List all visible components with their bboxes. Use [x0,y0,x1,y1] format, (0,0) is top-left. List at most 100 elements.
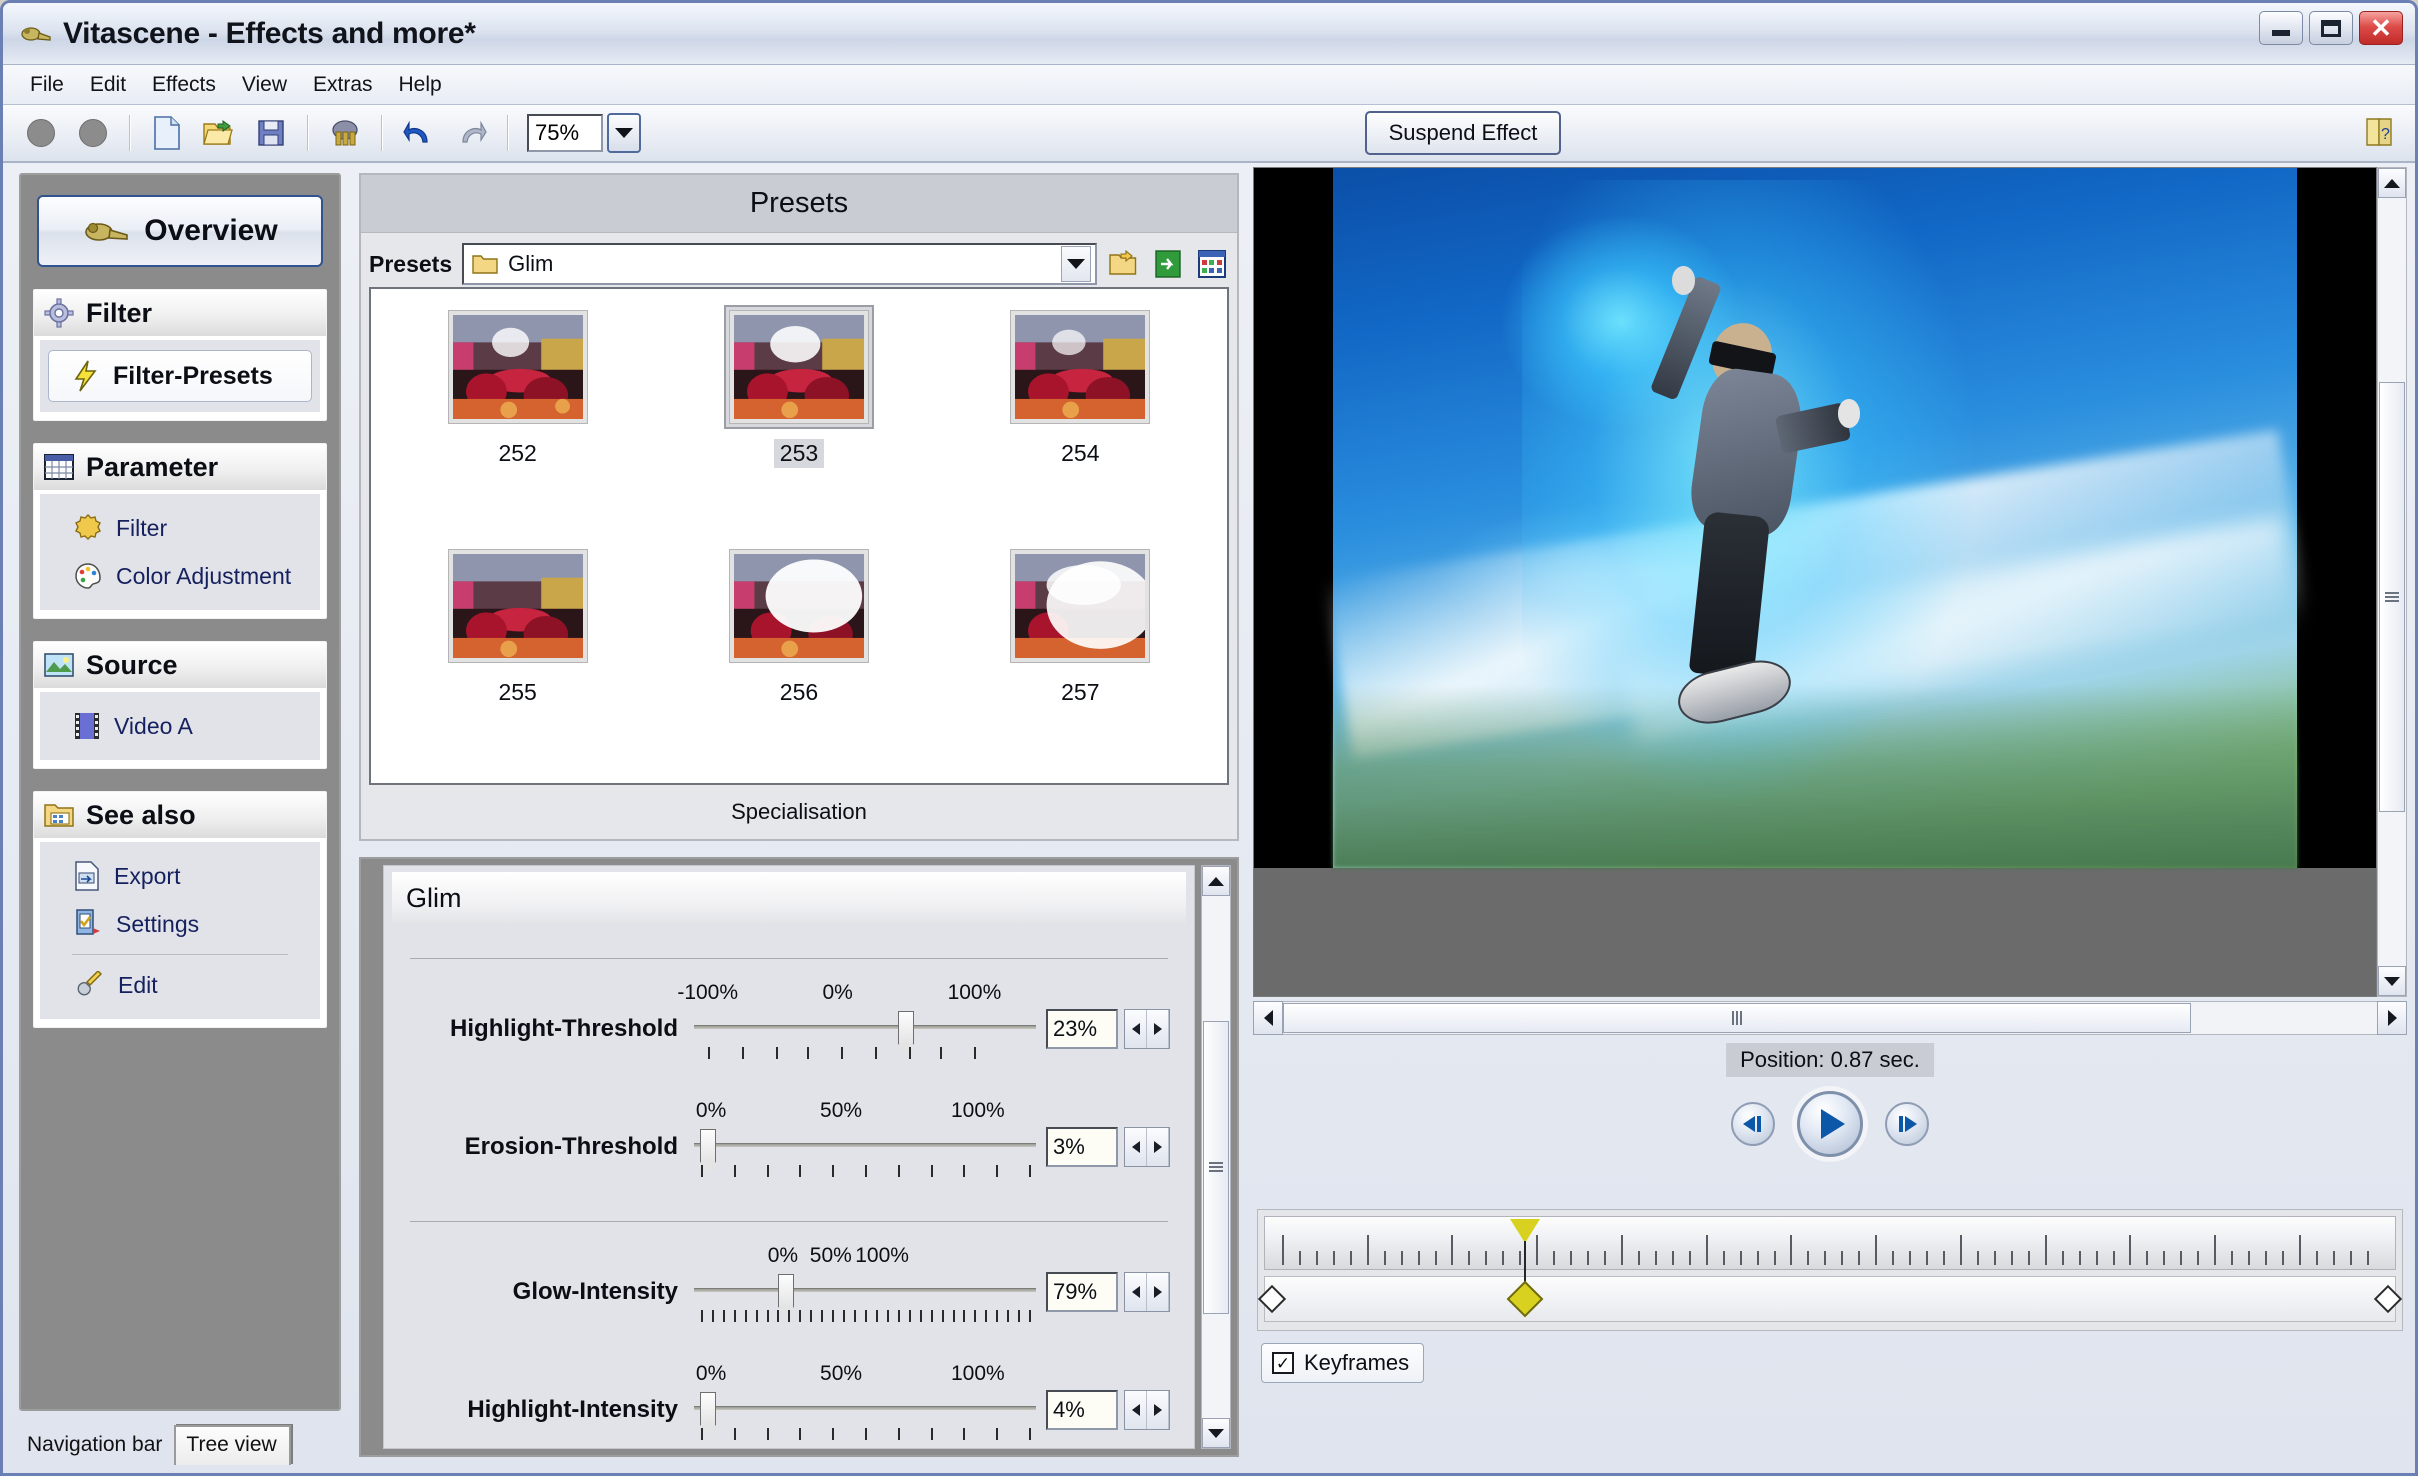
keyframes-checkbox[interactable]: ✓ Keyframes [1261,1343,1425,1383]
preset-item[interactable]: 257 [940,536,1221,775]
slider-increment-button[interactable] [1147,1273,1169,1311]
preview-hscroll-thumb[interactable] [1283,1003,2192,1033]
slider-increment-button[interactable] [1147,1128,1169,1166]
presets-combobox[interactable]: Glim [462,243,1097,285]
preset-item[interactable]: 253 [658,297,939,536]
sidebar-item-settings[interactable]: Settings [48,900,312,948]
toolbar-separator-3 [381,115,383,151]
preview-scroll-left-button[interactable] [1253,1001,1283,1035]
preset-label: 254 [1061,440,1100,466]
sidebar-item-filter-presets[interactable]: Filter-Presets [48,350,312,402]
help-book-icon[interactable]: ? [2363,115,2397,149]
slider-spinner [1124,1390,1170,1430]
step-forward-button[interactable] [1885,1102,1929,1146]
slider-area[interactable]: -100% 0% 100% [677,981,1036,1077]
sidebar-item-edit[interactable]: Edit [48,961,312,1009]
zoom-input[interactable]: 75% [527,114,603,152]
keyframe-marker-end[interactable] [2374,1284,2403,1314]
menu-view[interactable]: View [229,69,300,101]
preview-scroll-right-button[interactable] [2377,1001,2407,1035]
presets-folder-up-button[interactable] [1107,247,1141,281]
redo-button[interactable] [448,111,494,155]
sidebar-item-filter[interactable]: Filter [48,504,312,552]
keyframe-marker-start[interactable] [1257,1284,1286,1314]
slider-decrement-button[interactable] [1125,1391,1147,1429]
slider-thumb[interactable] [898,1011,915,1056]
slider-decrement-button[interactable] [1125,1128,1147,1166]
preset-item[interactable]: 254 [940,297,1221,536]
sidebar-item-video-a[interactable]: Video A [48,702,312,750]
slider-area[interactable]: 0% 50% 100% [694,1099,1036,1195]
preview-scroll-down-button[interactable] [2378,966,2406,996]
slider-thumb[interactable] [699,1129,716,1174]
step-back-button[interactable] [1731,1102,1775,1146]
menu-edit[interactable]: Edit [77,69,139,101]
maximize-button[interactable] [2309,11,2353,45]
preset-item[interactable]: 256 [658,536,939,775]
open-folder-icon [203,120,233,145]
new-document-button[interactable] [144,111,190,155]
slider-value-input[interactable]: 3% [1046,1127,1118,1167]
preset-item[interactable]: 255 [377,536,658,775]
minimize-icon [2272,30,2290,36]
preview-scroll-up-button[interactable] [2378,168,2406,198]
tab-navigation-bar[interactable]: Navigation bar [17,1427,174,1465]
slider-tick-labels: 0% 50% 100% [694,1099,1036,1127]
slider-area[interactable]: 0% 50% 100% [694,1362,1036,1448]
presets-combo-dropdown-button[interactable] [1061,246,1091,282]
presets-combo-value: Glim [508,251,554,276]
slider-increment-button[interactable] [1147,1391,1169,1429]
menu-effects[interactable]: Effects [139,69,229,101]
presets-apply-button[interactable] [1151,247,1185,281]
playhead-marker[interactable] [1509,1219,1540,1243]
open-folder-button[interactable] [196,111,242,155]
preview-scroll-track[interactable] [2378,198,2406,966]
slider-decrement-button[interactable] [1125,1273,1147,1311]
toolbar-separator-4 [507,115,509,151]
preview-horizontal-scrollbar[interactable] [1253,1001,2407,1035]
play-button[interactable] [1797,1091,1863,1157]
scroll-track[interactable] [1202,896,1230,1418]
preview-vertical-scrollbar[interactable] [2377,167,2407,997]
timeline[interactable] [1257,1209,2403,1331]
scroll-down-button[interactable] [1202,1418,1230,1448]
overview-button[interactable]: Overview [37,195,323,267]
minimize-button[interactable] [2259,11,2303,45]
close-button[interactable]: ✕ [2359,11,2403,45]
keyframe-lane[interactable] [1257,1269,2403,1322]
preset-item[interactable]: 252 [377,297,658,536]
slider-decrement-button[interactable] [1125,1010,1147,1048]
slider-value-input[interactable]: 4% [1046,1390,1118,1430]
parameter-vertical-scrollbar[interactable] [1201,865,1231,1449]
timeline-ruler[interactable] [1264,1216,2396,1271]
save-button[interactable] [248,111,294,155]
tab-tree-view[interactable]: Tree view [174,1425,291,1465]
slider-value-input[interactable]: 23% [1046,1009,1118,1049]
preview-stage[interactable] [1253,167,2377,997]
suspend-effect-button[interactable]: Suspend Effect [1365,111,1561,155]
keyframe-marker-current[interactable] [1506,1280,1544,1318]
render-button[interactable] [322,111,368,155]
preview-hscroll-track[interactable] [1283,1001,2377,1035]
menu-file[interactable]: File [17,69,77,101]
record-circle-right-button[interactable] [70,111,116,155]
checkbox-box[interactable]: ✓ [1272,1352,1294,1374]
undo-button[interactable] [396,111,442,155]
menu-extras[interactable]: Extras [300,69,386,101]
sidebar-item-export[interactable]: Export [48,852,312,900]
slider-thumb[interactable] [778,1274,795,1319]
tick-label: 50% [820,1362,863,1385]
scroll-up-button[interactable] [1202,866,1230,896]
slider-thumb[interactable] [699,1392,716,1437]
scroll-thumb[interactable] [1203,1021,1229,1314]
menu-help[interactable]: Help [386,69,455,101]
zoom-dropdown-button[interactable] [607,113,641,153]
presets-view-grid-button[interactable] [1195,247,1229,281]
preview-scroll-thumb[interactable] [2379,382,2405,813]
sidebar-item-color-adjustment[interactable]: Color Adjustment [48,552,312,600]
record-circle-left-button[interactable] [18,111,64,155]
slider-increment-button[interactable] [1147,1010,1169,1048]
slider-area[interactable]: 0% 50% 100% [694,1244,1036,1340]
redo-icon [462,120,487,143]
slider-value-input[interactable]: 79% [1046,1272,1118,1312]
